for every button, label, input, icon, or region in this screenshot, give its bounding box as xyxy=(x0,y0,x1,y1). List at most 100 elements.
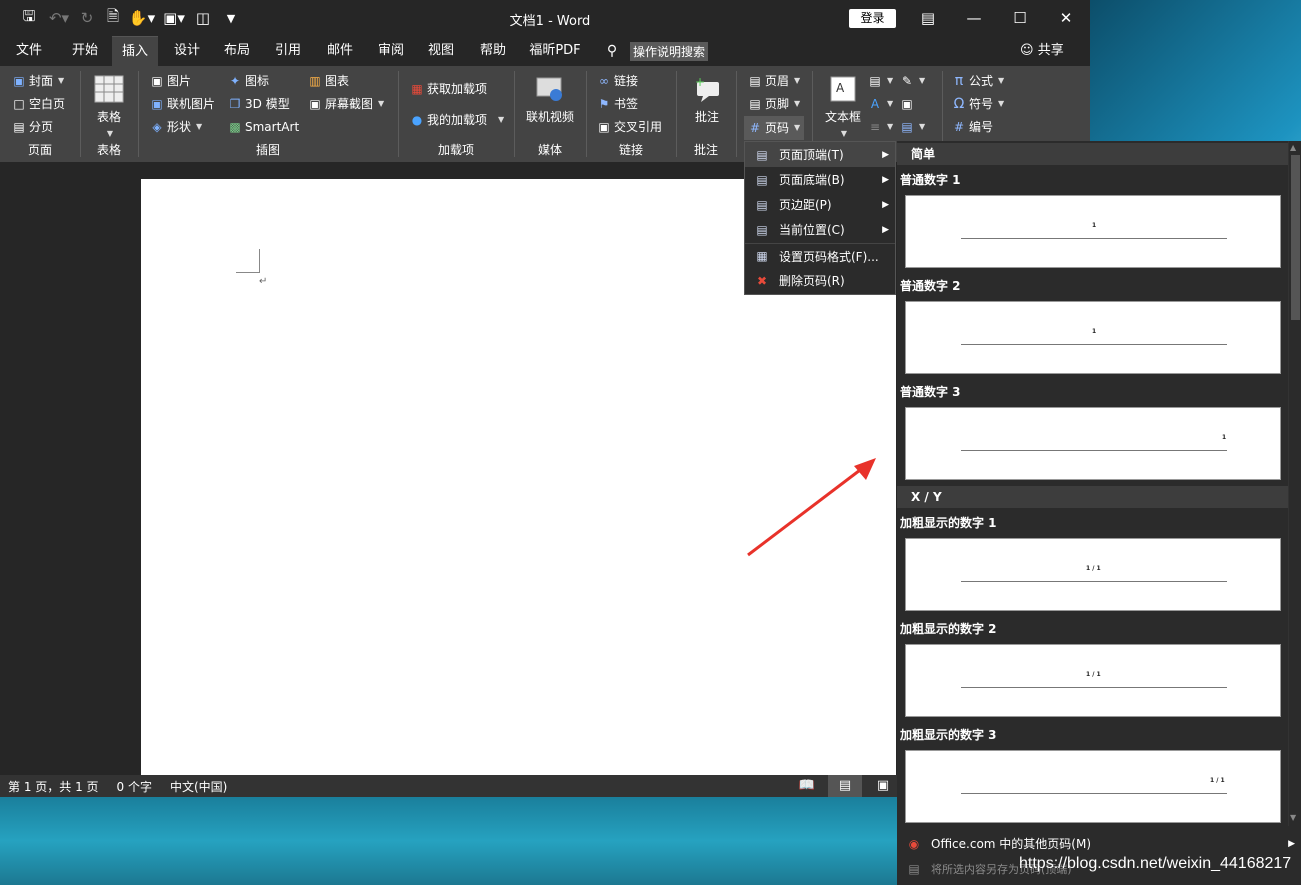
tab-view[interactable]: 视图 xyxy=(418,36,464,66)
cover-label: 封面 xyxy=(29,74,54,88)
gallery-thumbnail[interactable]: 1 / 1 xyxy=(905,644,1281,717)
tab-review[interactable]: 审阅 xyxy=(368,36,414,66)
bookmark-button[interactable]: ⚑ 书签 xyxy=(597,93,638,115)
omega-icon: Ω xyxy=(953,96,965,112)
drop-cap-button[interactable]: ≡ ▼ xyxy=(868,116,893,138)
tab-help[interactable]: 帮助 xyxy=(470,36,516,66)
read-mode-icon[interactable]: 📖 xyxy=(790,775,824,797)
gallery-thumbnail[interactable]: 1 xyxy=(905,195,1281,268)
picture-icon: ▣ xyxy=(151,74,163,88)
redo-icon[interactable]: ↻ xyxy=(74,4,100,32)
equation-button[interactable]: π 公式 ▼ xyxy=(952,70,1004,92)
menu-item-top-of-page[interactable]: ▤ 页面顶端(T) ▶ xyxy=(745,142,895,167)
link-button[interactable]: ∞ 链接 xyxy=(597,70,638,92)
page-break-button[interactable]: ▤ 分页 xyxy=(12,116,53,138)
gallery-thumbnail[interactable]: 1 xyxy=(905,301,1281,374)
tab-insert[interactable]: 插入 xyxy=(112,36,158,66)
object-button[interactable]: ▤ ▼ xyxy=(900,116,925,138)
tell-me-text: 操作说明搜索 xyxy=(630,41,709,61)
office-com-icon: ◉ xyxy=(908,836,920,851)
tab-references[interactable]: 引用 xyxy=(264,36,312,66)
tab-mailings[interactable]: 邮件 xyxy=(316,36,364,66)
page-count[interactable]: 第 1 页，共 1 页 xyxy=(8,778,99,795)
tab-layout[interactable]: 布局 xyxy=(214,36,260,66)
gallery-thumbnail[interactable]: 1 / 1 xyxy=(905,750,1281,823)
minimize-icon[interactable]: — xyxy=(951,0,997,36)
maximize-icon[interactable]: ☐ xyxy=(997,0,1043,36)
shapes-button[interactable]: ◈ 形状 ▼ xyxy=(150,116,202,138)
copy-icon[interactable]: ◫ xyxy=(190,4,216,32)
menu-item-current-position[interactable]: ▤ 当前位置(C) ▶ xyxy=(745,217,895,242)
cover-page-button[interactable]: ▣ 封面 ▼ xyxy=(12,70,64,92)
language[interactable]: 中文(中国) xyxy=(170,778,227,795)
menu-item-remove-page-numbers[interactable]: ✖ 删除页码(R) xyxy=(745,268,895,293)
blank-page-button[interactable]: □ 空白页 xyxy=(12,93,65,115)
icons-label: 图标 xyxy=(245,74,270,88)
print-layout-icon[interactable]: ▤ xyxy=(828,775,862,797)
table-button[interactable]: 表格 ▼ xyxy=(86,74,132,139)
print-preview-icon[interactable]: ▣▾ xyxy=(158,4,190,32)
menu-item-page-margins[interactable]: ▤ 页边距(P) ▶ xyxy=(745,192,895,217)
number-button[interactable]: # 编号 xyxy=(952,116,993,138)
online-video-button[interactable]: 联机视频 xyxy=(520,74,580,125)
scroll-down-icon[interactable]: ▼ xyxy=(1290,813,1296,822)
more-page-numbers-item[interactable]: ◉ Office.com 中的其他页码(M) ▶ xyxy=(897,831,1301,856)
symbol-button[interactable]: Ω 符号 ▼ xyxy=(952,93,1005,115)
header-button[interactable]: ▤ 页眉 ▼ xyxy=(748,70,800,92)
gallery-thumbnail[interactable]: 1 xyxy=(905,407,1281,480)
gallery-thumbnail[interactable]: 1 / 1 xyxy=(905,538,1281,611)
cross-reference-button[interactable]: ▣ 交叉引用 xyxy=(597,116,662,138)
tab-design[interactable]: 设计 xyxy=(164,36,210,66)
ribbon-display-icon[interactable]: ▤ xyxy=(905,0,951,36)
gallery-item-label: 普通数字 1 xyxy=(900,173,961,187)
undo-icon[interactable]: ↶▾ xyxy=(44,4,74,32)
tab-home[interactable]: 开始 xyxy=(60,36,110,66)
footer-button[interactable]: ▤ 页脚 ▼ xyxy=(748,93,800,115)
online-picture-button[interactable]: ▣ 联机图片 xyxy=(150,93,215,115)
wordart-button[interactable]: A ▼ xyxy=(868,93,893,115)
picture-button[interactable]: ▣ 图片 xyxy=(150,70,191,92)
gallery-scrollbar[interactable]: ▲ ▼ xyxy=(1288,141,1301,826)
screenshot-button[interactable]: ▣ 屏幕截图 ▼ xyxy=(308,93,384,115)
cube-icon: ❐ xyxy=(229,97,241,111)
login-button[interactable]: 登录 xyxy=(849,9,896,28)
scroll-up-icon[interactable]: ▲ xyxy=(1290,143,1296,152)
get-addins-button[interactable]: ▦ 获取加载项 xyxy=(410,78,487,100)
footer-icon: ▤ xyxy=(749,97,761,111)
signature-line-button[interactable]: ✎ ▼ xyxy=(900,70,925,92)
text-box-button[interactable]: A 文本框 ▼ xyxy=(820,74,866,139)
scrollbar-thumb[interactable] xyxy=(1291,155,1300,320)
icons-button[interactable]: ✦ 图标 xyxy=(228,70,269,92)
tab-foxit-pdf[interactable]: 福昕PDF xyxy=(522,36,588,66)
touch-mode-icon[interactable]: ✋▾ xyxy=(126,4,158,32)
3d-model-button[interactable]: ❐ 3D 模型 xyxy=(228,93,290,115)
new-document-icon[interactable]: 🗎 xyxy=(100,4,126,32)
tell-me-box[interactable]: ⚲ 操作说明搜索 xyxy=(604,36,709,66)
web-layout-icon[interactable]: ▣ xyxy=(866,775,900,797)
svg-text:+: + xyxy=(695,75,705,89)
menu-item-bottom-of-page[interactable]: ▤ 页面底端(B) ▶ xyxy=(745,167,895,192)
lightbulb-icon: ⚲ xyxy=(606,43,618,59)
page-number-button[interactable]: # 页码 ▼ xyxy=(744,116,805,140)
blank-page-icon: □ xyxy=(13,97,25,111)
share-button[interactable]: ☺ 共享 xyxy=(1020,36,1064,66)
save-icon[interactable]: 🖫 xyxy=(14,4,44,32)
quick-parts-button[interactable]: ▤ ▼ xyxy=(868,70,893,92)
quick-parts-icon: ▤ xyxy=(869,74,881,88)
signature-line-icon: ✎ xyxy=(901,74,913,88)
new-comment-button[interactable]: + 批注 xyxy=(684,74,730,125)
header-label: 页眉 xyxy=(765,74,790,88)
close-icon[interactable]: ✕ xyxy=(1043,0,1089,36)
tab-file[interactable]: 文件 xyxy=(6,36,52,66)
menu-item-format-page-numbers[interactable]: ▦ 设置页码格式(F)... xyxy=(745,243,895,268)
my-addins-button[interactable]: ● 我的加载项 ▼ xyxy=(410,109,504,131)
smartart-button[interactable]: ▩ SmartArt xyxy=(228,116,299,138)
page-bottom-icon: ▤ xyxy=(756,172,768,187)
date-time-button[interactable]: ▣ xyxy=(900,93,914,115)
cross-reference-label: 交叉引用 xyxy=(614,120,663,134)
customize-qat-icon[interactable]: ▼ xyxy=(216,4,246,32)
screenshot-icon: ▣ xyxy=(309,97,321,111)
chart-button[interactable]: ▥ 图表 xyxy=(308,70,349,92)
word-count[interactable]: 0 个字 xyxy=(117,778,152,795)
gallery-section-header: 简单 xyxy=(897,143,1288,165)
